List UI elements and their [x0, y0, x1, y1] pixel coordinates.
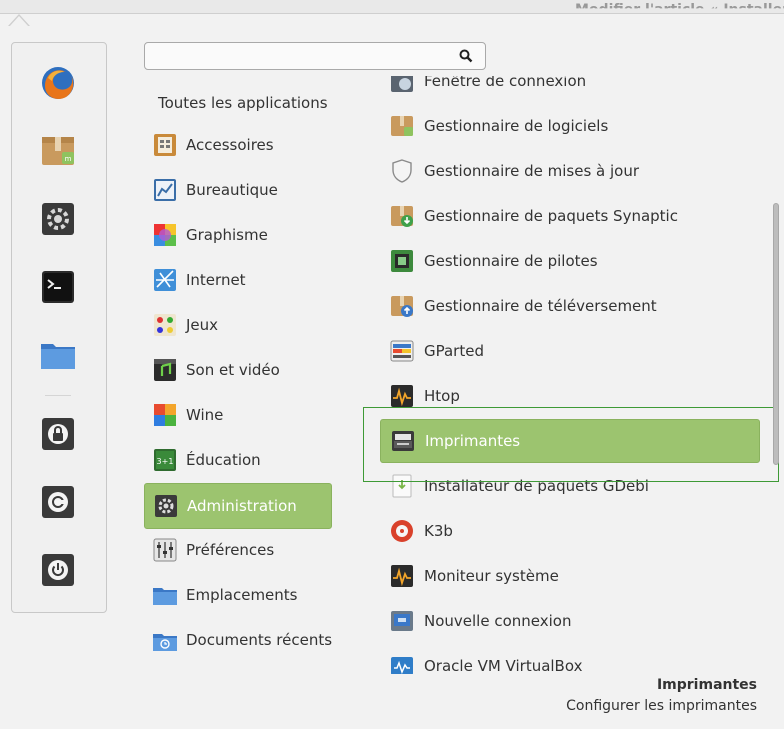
- app-item-synaptic[interactable]: Gestionnaire de paquets Synaptic: [380, 194, 760, 238]
- category-graphisme[interactable]: Graphisme: [144, 213, 330, 257]
- svg-text:3+1: 3+1: [157, 457, 174, 466]
- category-label: Bureautique: [186, 181, 278, 199]
- app-item-upload-manager[interactable]: Gestionnaire de téléversement: [380, 284, 760, 328]
- svg-text:m: m: [65, 155, 72, 163]
- places-icon: [153, 588, 177, 605]
- app-item-k3b[interactable]: K3b: [380, 509, 760, 553]
- app-label: Fenêtre de connexion: [424, 76, 587, 90]
- category-label: Éducation: [186, 451, 261, 469]
- app-label: Htop: [424, 387, 460, 405]
- app-item-driver-manager[interactable]: Gestionnaire de pilotes: [380, 239, 760, 283]
- app-item-gparted[interactable]: GParted: [380, 329, 760, 373]
- preferences-icon: [153, 538, 177, 562]
- category-label: Administration: [187, 497, 297, 515]
- app-item-virtualbox[interactable]: Oracle VM VirtualBox: [380, 644, 760, 674]
- category-accessoires[interactable]: Accessoires: [144, 123, 330, 167]
- search-input[interactable]: [144, 42, 486, 70]
- category-label: Son et vidéo: [186, 361, 280, 379]
- games-icon: [154, 314, 176, 336]
- app-label: Gestionnaire de pilotes: [424, 252, 598, 270]
- search-icon: [459, 49, 473, 63]
- category-label: Wine: [186, 406, 224, 424]
- category-label: Documents récents: [186, 631, 333, 649]
- accessories-icon: [154, 134, 176, 156]
- app-description-text: Configurer les imprimantes: [566, 698, 757, 714]
- application-list: Fenêtre de connexion Gestionnaire de log…: [380, 76, 770, 674]
- shield-icon: [392, 159, 412, 183]
- software-manager-icon: [391, 116, 413, 136]
- category-jeux[interactable]: Jeux: [144, 303, 330, 347]
- recent-documents-icon: [153, 634, 177, 651]
- app-list-scrollbar[interactable]: [773, 203, 779, 465]
- virtualbox-icon: [391, 657, 413, 674]
- category-label: Internet: [186, 271, 246, 289]
- category-bureautique[interactable]: Bureautique: [144, 168, 330, 212]
- new-connection-icon: [391, 611, 413, 631]
- power-icon[interactable]: [39, 551, 77, 589]
- app-item-update-manager[interactable]: Gestionnaire de mises à jour: [380, 149, 760, 193]
- login-window-icon: [391, 76, 413, 92]
- app-label: GParted: [424, 342, 484, 360]
- graphics-icon: [154, 224, 176, 246]
- focus-outline: [363, 407, 779, 482]
- category-administration[interactable]: Administration: [144, 483, 332, 529]
- k3b-icon: [391, 520, 413, 542]
- category-internet[interactable]: Internet: [144, 258, 330, 302]
- category-wine[interactable]: Wine: [144, 393, 330, 437]
- background-window-strip: Modifier l'article « Installer: [0, 0, 784, 14]
- htop-icon: [391, 385, 413, 407]
- software-manager-icon[interactable]: m: [39, 132, 77, 170]
- app-description-title: Imprimantes: [656, 677, 757, 693]
- office-icon: [154, 179, 176, 201]
- app-label: Gestionnaire de paquets Synaptic: [424, 207, 678, 225]
- terminal-icon[interactable]: [39, 268, 77, 306]
- system-settings-icon[interactable]: [39, 200, 77, 238]
- wine-icon: [154, 404, 176, 426]
- system-monitor-icon: [391, 565, 413, 587]
- app-item-login-window[interactable]: Fenêtre de connexion: [380, 76, 760, 103]
- category-label: Emplacements: [186, 586, 298, 604]
- category-son-et-video[interactable]: Son et vidéo: [144, 348, 330, 392]
- app-label: Moniteur système: [424, 567, 559, 585]
- category-label: Accessoires: [186, 136, 274, 154]
- app-label: Nouvelle connexion: [424, 612, 572, 630]
- app-label: Gestionnaire de logiciels: [424, 117, 609, 135]
- app-label: Gestionnaire de téléversement: [424, 297, 657, 315]
- app-item-software-manager[interactable]: Gestionnaire de logiciels: [380, 104, 760, 148]
- menu-pointer-fill: [9, 16, 29, 27]
- internet-icon: [154, 269, 176, 291]
- app-item-new-connection[interactable]: Nouvelle connexion: [380, 599, 760, 643]
- category-label: Graphisme: [186, 226, 268, 244]
- lock-icon[interactable]: [39, 415, 77, 453]
- firefox-icon[interactable]: [39, 64, 77, 102]
- favorites-separator: [45, 395, 71, 396]
- app-label: Gestionnaire de mises à jour: [424, 162, 640, 180]
- category-label: Préférences: [186, 541, 275, 559]
- app-label: Oracle VM VirtualBox: [424, 657, 583, 674]
- category-emplacements[interactable]: Emplacements: [144, 573, 330, 617]
- category-all-applications[interactable]: Toutes les applications: [158, 94, 328, 112]
- gparted-icon: [390, 340, 414, 362]
- category-preferences[interactable]: Préférences: [144, 528, 330, 572]
- app-item-system-monitor[interactable]: Moniteur système: [380, 554, 760, 598]
- category-education[interactable]: 3+1 Éducation: [144, 438, 330, 482]
- logout-icon[interactable]: [39, 483, 77, 521]
- category-documents-recents[interactable]: Documents récents: [144, 618, 333, 662]
- synaptic-icon: [391, 206, 413, 227]
- upload-manager-icon: [391, 296, 413, 317]
- favorites-panel: m: [11, 42, 107, 613]
- education-icon: 3+1: [154, 449, 176, 471]
- driver-manager-icon: [391, 250, 413, 272]
- category-label: Jeux: [186, 316, 219, 334]
- folder-icon[interactable]: [39, 336, 77, 374]
- administration-icon: [155, 495, 177, 517]
- multimedia-icon: [154, 359, 176, 381]
- app-label: K3b: [424, 522, 453, 540]
